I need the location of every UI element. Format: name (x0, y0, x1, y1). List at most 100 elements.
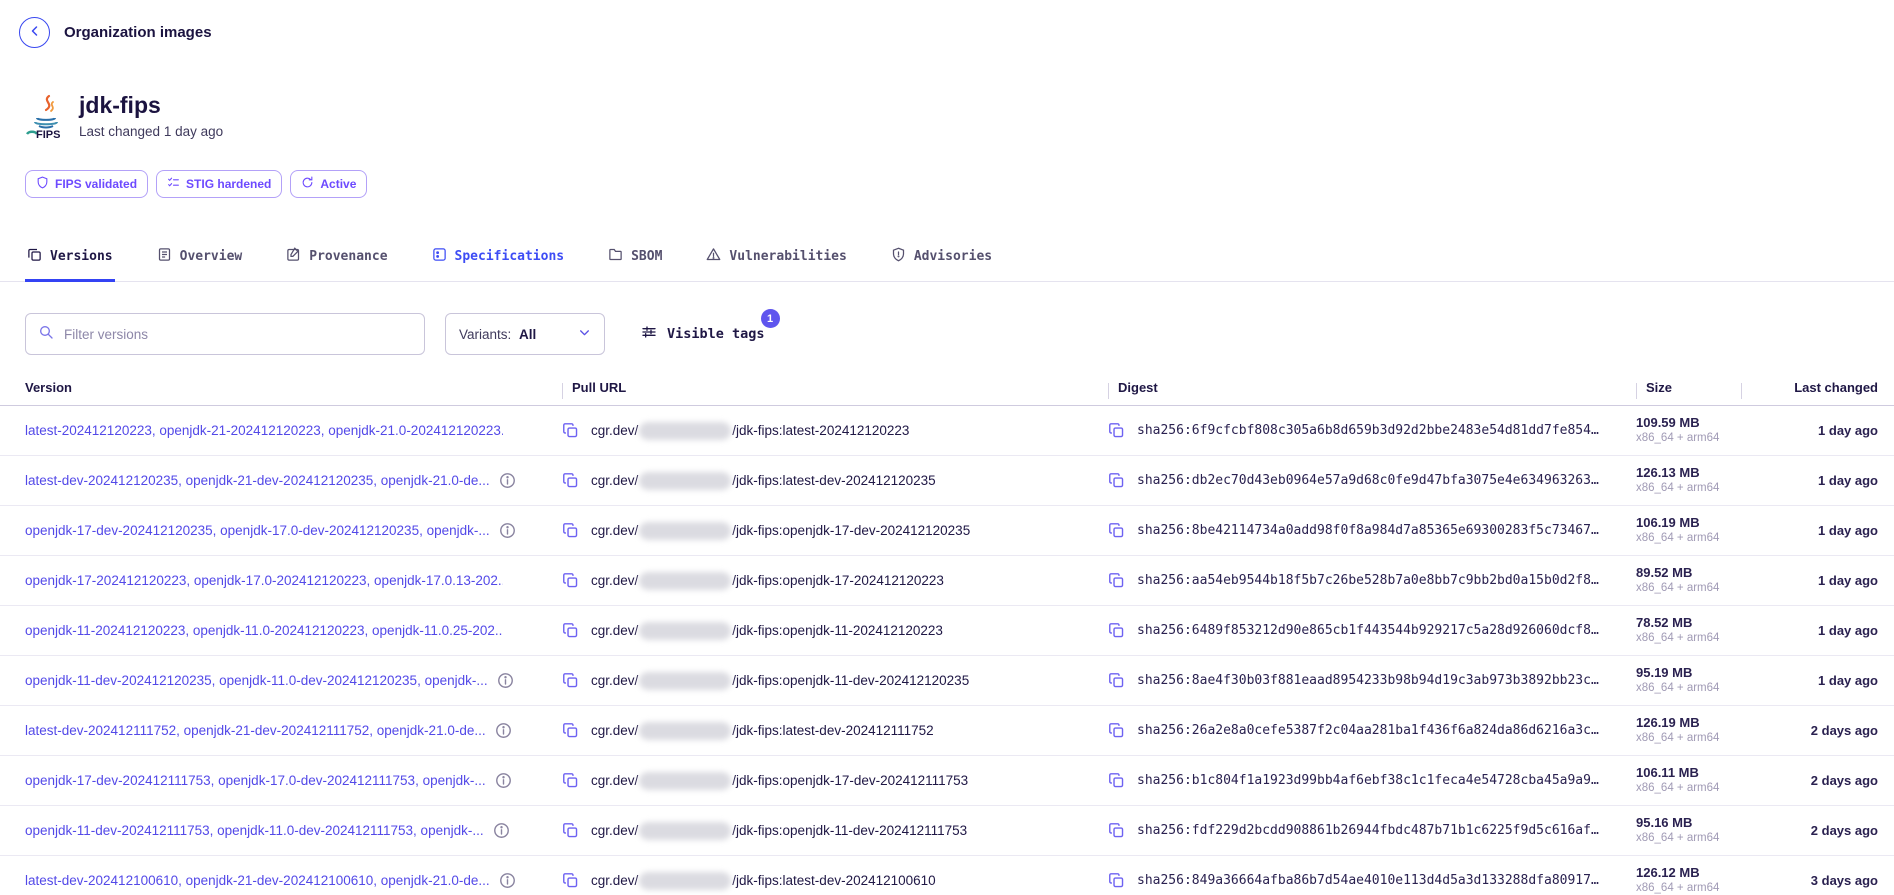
tab-vulnerabilities[interactable]: Vulnerabilities (704, 238, 848, 282)
digest-cell: sha256:6489f853212d90e865cb1f443544b9292… (1108, 622, 1636, 639)
tab-provenance[interactable]: Provenance (284, 238, 389, 282)
copy-icon[interactable] (562, 672, 579, 689)
pull-url-cell: cgr.dev//jdk-fips:openjdk-17-20241212022… (562, 572, 1108, 590)
pull-url-cell: cgr.dev//jdk-fips:openjdk-11-dev-2024121… (562, 672, 1108, 690)
architectures: x86_64 + arm64 (1636, 831, 1741, 845)
digest-value: sha256:8ae4f30b03f881eaad8954233b98b94d1… (1137, 673, 1599, 688)
info-icon[interactable] (495, 722, 512, 739)
copy-icon[interactable] (562, 722, 579, 739)
copy-icon[interactable] (562, 422, 579, 439)
document-icon (157, 247, 172, 266)
search-icon (38, 324, 54, 345)
info-icon[interactable] (495, 772, 512, 789)
version-tags-link[interactable]: openjdk-11-dev-202412111753, openjdk-11.… (25, 823, 484, 838)
info-icon[interactable] (497, 672, 514, 689)
image-title-block: jdk-fips Last changed 1 day ago (79, 92, 223, 139)
pull-url-cell: cgr.dev//jdk-fips:latest-dev-20241210061… (562, 872, 1108, 890)
size-value: 109.59 MB (1636, 415, 1741, 431)
version-tags-link[interactable]: openjdk-17-202412120223, openjdk-17.0-20… (25, 573, 503, 588)
copy-icon[interactable] (562, 622, 579, 639)
visible-tags-button[interactable]: Visible tags 1 (641, 324, 765, 344)
tab-advisories[interactable]: Advisories (889, 238, 994, 282)
tab-bar: Versions Overview Provenance Specificati… (0, 238, 1894, 282)
copy-icon[interactable] (1108, 722, 1125, 739)
version-cell: latest-dev-202412120235, openjdk-21-dev-… (25, 472, 562, 489)
variants-dropdown[interactable]: Variants: All (445, 313, 605, 355)
size-cell: 78.52 MB x86_64 + arm64 (1636, 615, 1741, 646)
size-value: 78.52 MB (1636, 615, 1741, 631)
version-tags-link[interactable]: latest-dev-202412120235, openjdk-21-dev-… (25, 473, 490, 488)
copy-icon[interactable] (1108, 472, 1125, 489)
pull-url-text: cgr.dev//jdk-fips:latest-dev-20241210061… (591, 872, 936, 890)
back-button[interactable] (19, 17, 50, 48)
info-icon[interactable] (499, 872, 516, 889)
version-cell: openjdk-11-202412120223, openjdk-11.0-20… (25, 623, 562, 638)
redacted-org-name (639, 572, 731, 590)
pull-url-cell: cgr.dev//jdk-fips:openjdk-11-dev-2024121… (562, 822, 1108, 840)
version-tags-link[interactable]: latest-dev-202412111752, openjdk-21-dev-… (25, 723, 486, 738)
copy-icon[interactable] (1108, 672, 1125, 689)
version-tags-link[interactable]: openjdk-17-dev-202412120235, openjdk-17.… (25, 523, 490, 538)
column-header-size: Size (1636, 380, 1741, 395)
tab-label: Specifications (455, 249, 565, 264)
table-row: openjdk-11-202412120223, openjdk-11.0-20… (0, 606, 1894, 656)
copy-icon[interactable] (562, 522, 579, 539)
version-tags-link[interactable]: latest-dev-202412100610, openjdk-21-dev-… (25, 873, 490, 888)
architectures: x86_64 + arm64 (1636, 631, 1741, 645)
tab-overview[interactable]: Overview (155, 238, 245, 282)
tab-sbom[interactable]: SBOM (606, 238, 664, 282)
copy-icon[interactable] (1108, 822, 1125, 839)
specifications-icon (432, 247, 447, 266)
copy-icon[interactable] (562, 872, 579, 889)
redacted-org-name (639, 672, 731, 690)
copy-icon[interactable] (1108, 522, 1125, 539)
digest-cell: sha256:aa54eb9544b18f5b7c26be528b7a0e8bb… (1108, 572, 1636, 589)
tab-label: Provenance (309, 249, 387, 264)
copy-icon[interactable] (1108, 622, 1125, 639)
digest-cell: sha256:26a2e8a0cefe5387f2c04aa281ba1f436… (1108, 722, 1636, 739)
tab-versions[interactable]: Versions (25, 238, 115, 282)
table-row: latest-dev-202412120235, openjdk-21-dev-… (0, 456, 1894, 506)
digest-value: sha256:6489f853212d90e865cb1f443544b9292… (1137, 623, 1599, 638)
search-box (25, 313, 425, 355)
copy-icon[interactable] (562, 472, 579, 489)
table-row: latest-dev-202412100610, openjdk-21-dev-… (0, 856, 1894, 895)
copy-icon[interactable] (1108, 872, 1125, 889)
filter-versions-input[interactable] (64, 327, 412, 342)
size-value: 106.19 MB (1636, 515, 1741, 531)
info-icon[interactable] (499, 472, 516, 489)
chevron-down-icon (578, 326, 591, 342)
redacted-org-name (639, 472, 731, 490)
architectures: x86_64 + arm64 (1636, 781, 1741, 795)
table-header: Version Pull URL Digest Size Last change… (0, 369, 1894, 406)
last-changed-cell: 1 day ago (1741, 573, 1878, 588)
version-cell: openjdk-11-dev-202412120235, openjdk-11.… (25, 672, 562, 689)
size-cell: 126.12 MB x86_64 + arm64 (1636, 865, 1741, 895)
digest-value: sha256:b1c804f1a1923d99bb4af6ebf38c1c1fe… (1137, 773, 1599, 788)
pull-url-text: cgr.dev//jdk-fips:openjdk-17-20241212022… (591, 572, 944, 590)
tab-specifications[interactable]: Specifications (430, 238, 567, 282)
redacted-org-name (639, 422, 731, 440)
version-tags-link[interactable]: openjdk-11-dev-202412120235, openjdk-11.… (25, 673, 488, 688)
copy-icon[interactable] (562, 822, 579, 839)
architectures: x86_64 + arm64 (1636, 481, 1741, 495)
info-icon[interactable] (493, 822, 510, 839)
copy-icon[interactable] (1108, 572, 1125, 589)
info-icon[interactable] (499, 522, 516, 539)
pull-url-text: cgr.dev//jdk-fips:openjdk-17-dev-2024121… (591, 522, 970, 540)
redacted-org-name (639, 522, 731, 540)
version-tags-link[interactable]: openjdk-17-dev-202412111753, openjdk-17.… (25, 773, 486, 788)
copy-icon[interactable] (1108, 772, 1125, 789)
image-last-changed: Last changed 1 day ago (79, 124, 223, 139)
badge-label: STIG hardened (186, 177, 271, 191)
copy-icon[interactable] (562, 772, 579, 789)
version-tags-link[interactable]: openjdk-11-202412120223, openjdk-11.0-20… (25, 623, 503, 638)
architectures: x86_64 + arm64 (1636, 881, 1741, 895)
digest-value: sha256:fdf229d2bcdd908861b26944fbdc487b7… (1137, 823, 1599, 838)
topbar: Organization images (0, 0, 1894, 48)
copy-icon[interactable] (1108, 422, 1125, 439)
version-tags-link[interactable]: latest-202412120223, openjdk-21-20241212… (25, 423, 503, 438)
redacted-org-name (639, 622, 731, 640)
copy-icon[interactable] (562, 572, 579, 589)
pull-url-text: cgr.dev//jdk-fips:openjdk-17-dev-2024121… (591, 772, 968, 790)
